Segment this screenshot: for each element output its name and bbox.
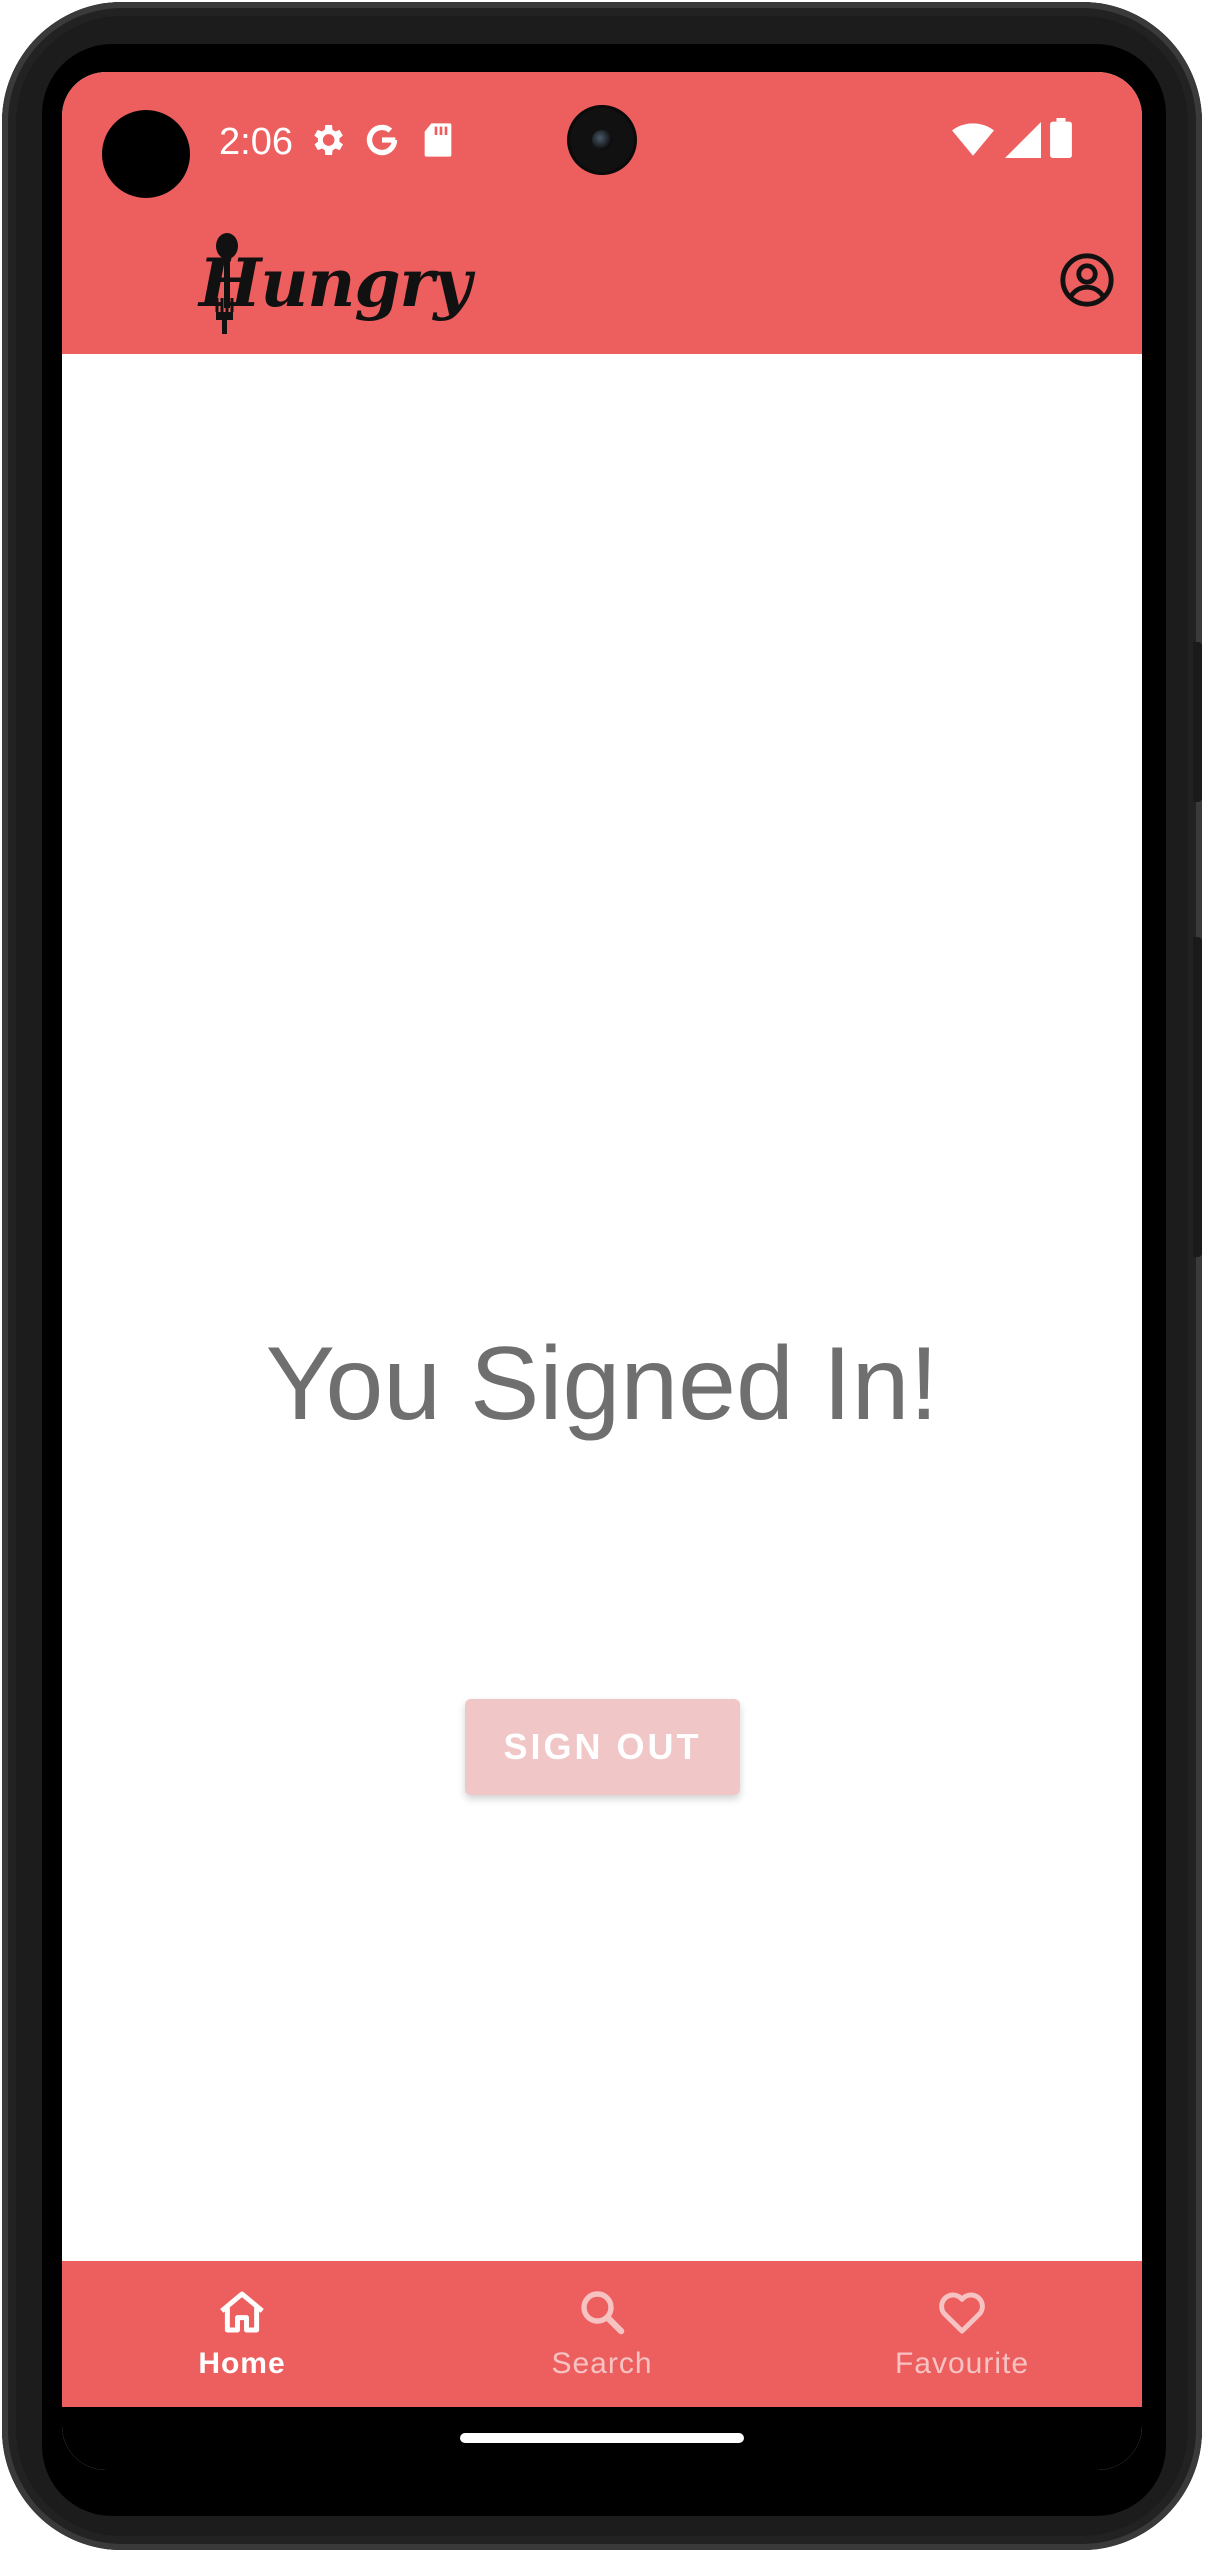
gesture-navigation-area (62, 2407, 1142, 2470)
home-gesture-handle[interactable] (460, 2433, 744, 2443)
search-icon (581, 2291, 625, 2335)
settings-gear-icon (307, 120, 347, 165)
phone-body: 2:06 Hungry You Signed In! SIGN OUT Home… (2, 2, 1202, 2550)
nav-label-home: Home (198, 2347, 286, 2380)
account-circle-icon (1060, 253, 1114, 307)
battery-icon (1050, 118, 1072, 163)
heart-icon (939, 2292, 985, 2334)
hungry-logo: Hungry (189, 228, 472, 338)
wifi-icon (952, 122, 994, 163)
nav-item-home[interactable]: Home (62, 2261, 422, 2407)
sign-out-button[interactable]: SIGN OUT (465, 1699, 740, 1795)
nav-label-search: Search (551, 2347, 653, 2380)
nav-label-favourite: Favourite (894, 2347, 1030, 2380)
nav-item-search[interactable]: Search (422, 2261, 782, 2407)
logo-text: Hungry (199, 244, 472, 322)
app-bar: Hungry (62, 210, 1142, 354)
sd-card-icon (420, 120, 456, 165)
signed-in-message: You Signed In! (265, 1326, 939, 1442)
cell-signal-icon (1005, 122, 1041, 163)
profile-button[interactable] (1047, 240, 1127, 320)
device-frame: 2:06 Hungry You Signed In! SIGN OUT Home… (0, 0, 1209, 2553)
status-bar: 2:06 (62, 72, 1142, 210)
front-camera (570, 108, 634, 172)
main-content: You Signed In! SIGN OUT (62, 354, 1142, 2261)
nav-item-favourite[interactable]: Favourite (782, 2261, 1142, 2407)
power-button (1193, 642, 1202, 802)
volume-button (1193, 937, 1202, 1257)
camera-cutout-left (102, 110, 190, 198)
home-icon (220, 2291, 264, 2333)
screen: 2:06 Hungry You Signed In! SIGN OUT Home… (62, 72, 1142, 2470)
google-g-icon (362, 120, 402, 165)
status-time: 2:06 (219, 121, 293, 163)
bottom-navigation: Home Search Favourite (62, 2261, 1142, 2407)
